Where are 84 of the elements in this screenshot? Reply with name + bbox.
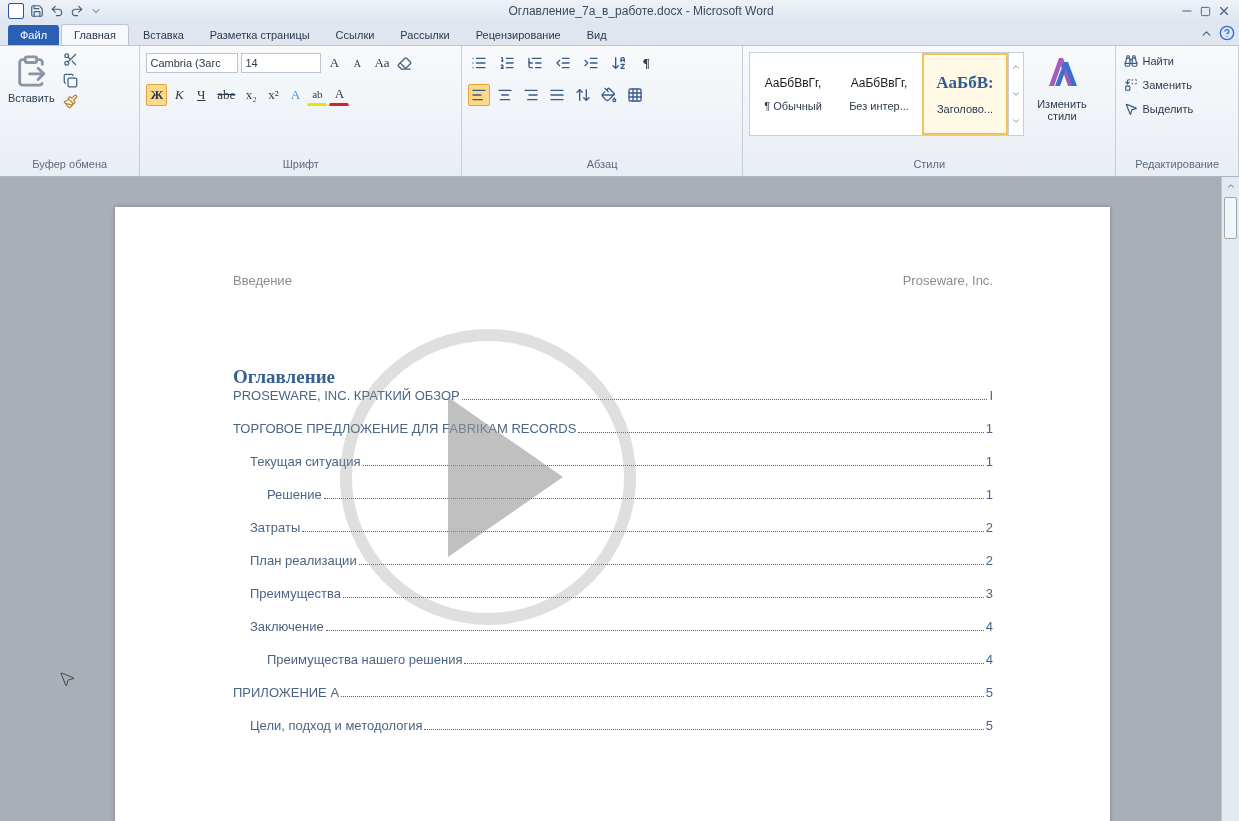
align-left-icon[interactable]	[468, 84, 491, 106]
group-label: Стили	[912, 158, 947, 172]
toc-entry[interactable]: Цели, подход и методология	[250, 718, 423, 733]
select-button[interactable]: Выделить	[1122, 100, 1196, 118]
page-number: 4	[985, 652, 993, 667]
font-size-field[interactable]: 14	[241, 53, 322, 73]
restore-icon[interactable]	[1200, 5, 1211, 17]
toc-entry[interactable]: ПРИЛОЖЕНИЕ А	[233, 685, 340, 700]
font-name-field[interactable]: Cambria (Загс	[146, 53, 239, 73]
toc-entry[interactable]: Решение	[267, 487, 322, 502]
replace-icon	[1124, 78, 1139, 92]
select-icon	[1124, 102, 1139, 116]
ribbon-tab[interactable]: Главная	[61, 24, 129, 45]
save-icon[interactable]	[30, 4, 44, 18]
group-label: Редактирование	[1134, 158, 1221, 172]
page-number: 3	[985, 586, 993, 601]
toc-entry[interactable]: План реализации	[250, 553, 357, 568]
paste-button[interactable]: Вставить	[6, 52, 57, 158]
strike-button[interactable]: abe	[213, 84, 240, 106]
page-number: 1	[985, 487, 993, 502]
show-marks-button[interactable]: ¶	[636, 52, 657, 74]
clear-format-icon[interactable]	[396, 55, 412, 71]
undo-icon[interactable]	[50, 4, 64, 18]
style-name: Заголово...	[936, 103, 994, 115]
redo-icon[interactable]	[70, 4, 84, 18]
cut-icon[interactable]	[62, 52, 78, 67]
highlight-button[interactable]: ab	[307, 84, 328, 106]
page-number: 2	[985, 553, 993, 568]
style-item[interactable]: АаБбВ: Заголово...	[922, 53, 1008, 135]
sub-button[interactable]: x₂	[241, 84, 262, 106]
group-label: Буфер обмена	[31, 158, 109, 172]
page-number: 1	[985, 421, 993, 436]
font-color-button[interactable]: A	[329, 84, 350, 106]
style-sample: АаБбВвГг,	[764, 76, 822, 90]
scroll-thumb[interactable]	[1224, 197, 1237, 239]
file-tab[interactable]: Файл	[8, 25, 60, 45]
format-painter-icon[interactable]	[62, 94, 78, 109]
group-label: Абзац	[585, 158, 619, 172]
toc-heading: Оглавление	[233, 366, 337, 388]
ribbon-tab[interactable]: Ссылки	[323, 25, 387, 45]
toc-entry[interactable]: Заключение	[250, 619, 324, 634]
find-icon	[1124, 54, 1139, 68]
toc-entry[interactable]: PROSEWARE, INC. КРАТКИЙ ОБЗОР	[233, 388, 460, 403]
change-styles-button[interactable]: Изменить стили	[1030, 52, 1094, 158]
style-sample: АаБбВвГг,	[850, 76, 908, 90]
bold-button[interactable]: Ж	[146, 84, 168, 106]
ribbon-tab[interactable]: Разметка страницы	[197, 25, 322, 45]
style-name: ¶ Обычный	[764, 100, 822, 112]
shrink-font-button[interactable]: A	[347, 52, 368, 74]
ribbon-tab[interactable]: Вид	[574, 25, 619, 45]
find-button[interactable]: Найти	[1122, 52, 1176, 70]
style-name: Без интер...	[849, 100, 909, 112]
style-sample: АаБбВ:	[936, 73, 994, 93]
ribbon-tab[interactable]: Рецензирование	[463, 25, 573, 45]
group-label: Шрифт	[281, 158, 320, 172]
grow-font-button[interactable]: A	[324, 52, 345, 74]
ribbon-tab[interactable]: Вставка	[130, 25, 196, 45]
page-number: 4	[985, 619, 993, 634]
toc-entry[interactable]: Преимущества	[250, 586, 341, 601]
page-number: 5	[985, 718, 993, 733]
toc-entry[interactable]: ТОРГОВОЕ ПРЕДЛОЖЕНИЕ ДЛЯ FABRIKAM RECORDS	[233, 421, 577, 436]
toc-entry[interactable]: Текущая ситуация	[250, 454, 361, 469]
sup-button[interactable]: x²	[263, 84, 284, 106]
help-icon[interactable]	[1219, 25, 1235, 41]
replace-button[interactable]: Заменить	[1122, 76, 1194, 94]
page-number: 5	[985, 685, 993, 700]
toc-entry[interactable]: Преимущества нашего решения	[267, 652, 463, 667]
page-number: 2	[985, 520, 993, 535]
header-text: Proseware, Inc.	[902, 273, 993, 288]
header-text: Введение	[233, 273, 292, 288]
style-item[interactable]: АаБбВвГг, ¶ Обычный	[750, 53, 836, 135]
page-number: 1	[985, 454, 993, 469]
change-case-button[interactable]: Aa	[370, 52, 394, 74]
italic-button[interactable]: К	[169, 84, 190, 106]
pointer-cursor-icon	[58, 670, 76, 688]
toc-entry[interactable]: Затраты	[250, 520, 301, 535]
copy-icon[interactable]	[62, 73, 78, 88]
scroll-up-icon[interactable]	[1225, 181, 1236, 191]
close-icon[interactable]	[1217, 4, 1231, 18]
underline-button[interactable]: Ч	[191, 84, 212, 106]
style-item[interactable]: АаБбВвГг, Без интер...	[836, 53, 922, 135]
window-title: Оглавление_7а_в_работе.docx - Microsoft Word	[507, 4, 775, 18]
page-number: I	[989, 388, 993, 403]
ribbon-tab[interactable]: Рассылки	[388, 25, 462, 45]
